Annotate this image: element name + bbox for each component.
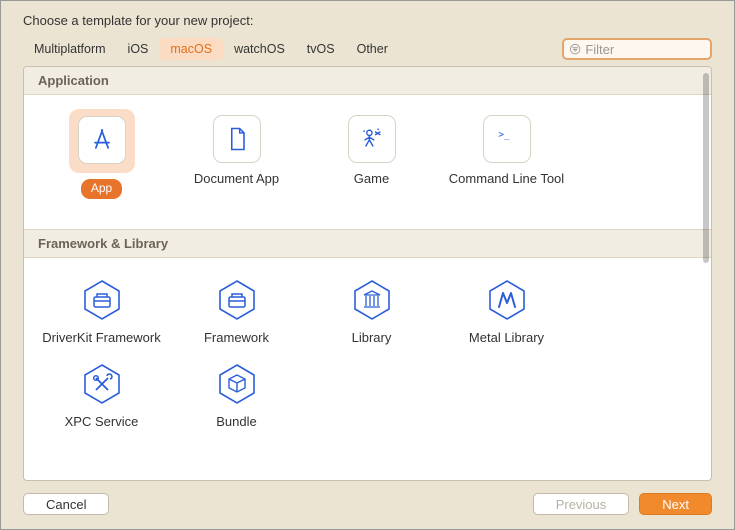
template-label: Document App	[169, 171, 304, 188]
page-title: Choose a template for your new project:	[1, 1, 734, 38]
template-list: Application App Document App	[23, 66, 712, 481]
cancel-button[interactable]: Cancel	[23, 493, 109, 515]
template-library[interactable]: Library	[304, 272, 439, 347]
tab-macos[interactable]: macOS	[159, 38, 223, 60]
toolbox-hex-icon	[80, 278, 124, 322]
filter-input[interactable]	[585, 42, 705, 57]
library-hex-icon	[350, 278, 394, 322]
template-bundle[interactable]: Bundle	[169, 356, 304, 431]
template-label: XPC Service	[34, 414, 169, 431]
tab-watchos[interactable]: watchOS	[223, 38, 296, 60]
template-chooser-window: Choose a template for your new project: …	[0, 0, 735, 530]
document-icon	[213, 115, 261, 163]
terminal-icon: >_	[483, 115, 531, 163]
section-framework-grid: DriverKit Framework Framework Library Me…	[24, 258, 711, 462]
section-application-grid: App Document App Game >_ Command Line To…	[24, 95, 711, 229]
app-icon	[78, 116, 126, 164]
template-app[interactable]: App	[34, 109, 169, 199]
tools-hex-icon	[80, 362, 124, 406]
tab-multiplatform[interactable]: Multiplatform	[23, 38, 117, 60]
template-label: Framework	[169, 330, 304, 347]
scrollbar[interactable]	[703, 73, 709, 263]
template-label: DriverKit Framework	[34, 330, 169, 347]
template-metal-library[interactable]: Metal Library	[439, 272, 574, 347]
template-framework[interactable]: Framework	[169, 272, 304, 347]
template-label: App	[81, 179, 122, 199]
template-label: Command Line Tool	[439, 171, 574, 188]
template-label: Game	[304, 171, 439, 188]
svg-text:>_: >_	[498, 129, 510, 140]
platform-tabs: Multiplatform iOS macOS watchOS tvOS Oth…	[23, 38, 399, 60]
section-framework-header: Framework & Library	[24, 229, 711, 258]
section-application-header: Application	[24, 67, 711, 95]
box-hex-icon	[215, 362, 259, 406]
tab-bar: Multiplatform iOS macOS watchOS tvOS Oth…	[23, 38, 712, 60]
footer-bar: Cancel Previous Next	[1, 481, 734, 529]
metal-hex-icon	[485, 278, 529, 322]
template-label: Metal Library	[439, 330, 574, 347]
filter-field[interactable]	[562, 38, 712, 60]
template-document-app[interactable]: Document App	[169, 109, 304, 199]
previous-button: Previous	[533, 493, 630, 515]
filter-icon	[569, 42, 581, 56]
toolbox-hex-icon	[215, 278, 259, 322]
game-icon	[348, 115, 396, 163]
next-button[interactable]: Next	[639, 493, 712, 515]
template-command-line-tool[interactable]: >_ Command Line Tool	[439, 109, 574, 199]
tab-tvos[interactable]: tvOS	[296, 38, 346, 60]
template-xpc-service[interactable]: XPC Service	[34, 356, 169, 431]
template-label: Bundle	[169, 414, 304, 431]
template-driverkit-framework[interactable]: DriverKit Framework	[34, 272, 169, 347]
tab-other[interactable]: Other	[346, 38, 399, 60]
template-game[interactable]: Game	[304, 109, 439, 199]
tab-ios[interactable]: iOS	[117, 38, 160, 60]
template-label: Library	[304, 330, 439, 347]
